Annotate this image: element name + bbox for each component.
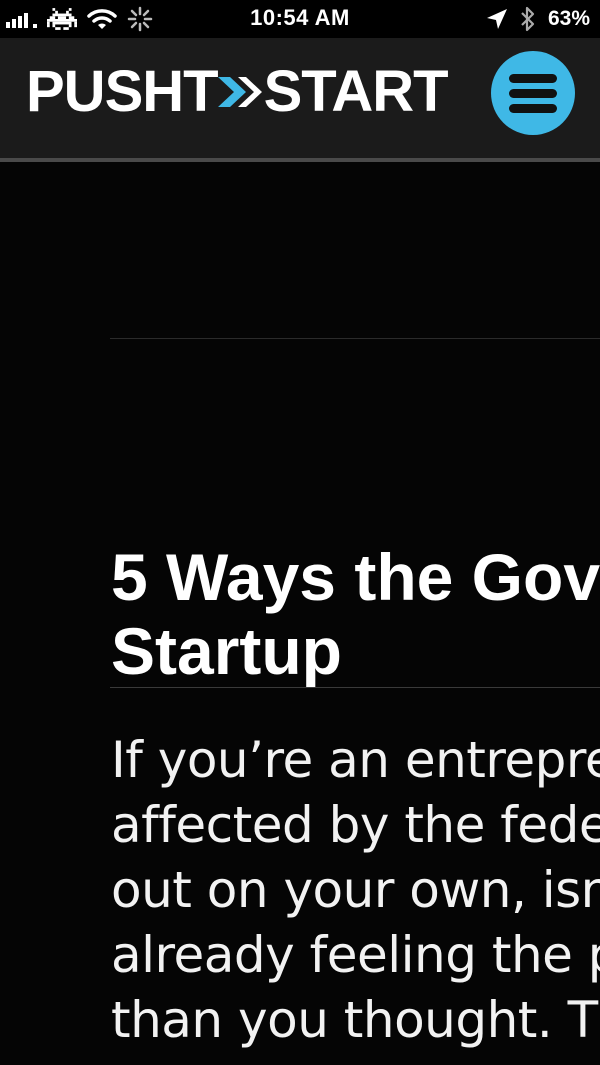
logo-text-start: START (263, 59, 449, 124)
status-right: 63% (486, 6, 590, 32)
header-divider (0, 158, 600, 162)
content-divider (110, 338, 600, 339)
bluetooth-icon (521, 6, 535, 32)
title-divider (110, 687, 600, 688)
article-title[interactable]: 5 Ways the Gov Startup (111, 540, 600, 688)
status-bar: 10:54 AM 63% (0, 0, 600, 38)
battery-percent: 63% (547, 7, 590, 30)
hamburger-menu-icon (509, 73, 557, 83)
site-logo[interactable]: PUSHT START (26, 59, 449, 124)
logo-arrow-icon (217, 77, 262, 107)
location-arrow-icon (486, 9, 507, 29)
logo-text-push: PUSHT (26, 59, 219, 124)
menu-button[interactable] (491, 51, 575, 135)
article-body: If you’re an entrepre affected by the fe… (111, 731, 600, 1049)
